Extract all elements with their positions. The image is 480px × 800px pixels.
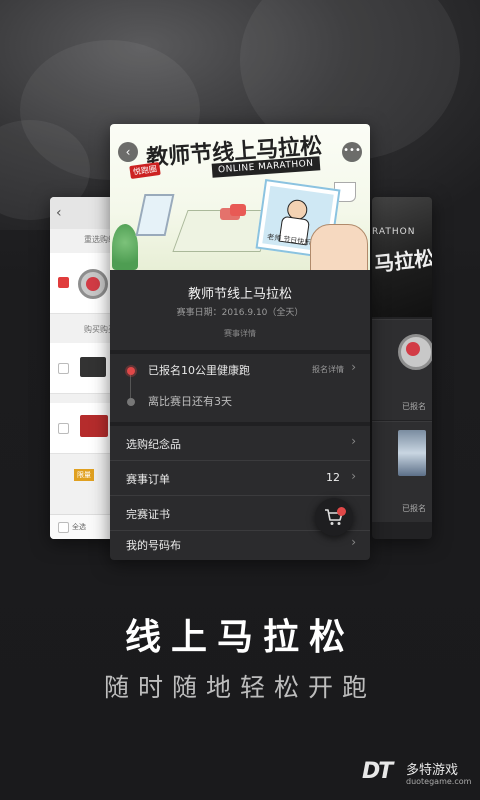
checkbox-checked-icon bbox=[58, 277, 69, 288]
event-info: 教师节线上马拉松 赛事日期：2016.9.10（全天） 赛事详情 bbox=[110, 270, 370, 350]
menu-item-souvenirs[interactable]: 选购纪念品 › bbox=[110, 426, 370, 460]
right-card-art-small-text: RATHON bbox=[372, 227, 416, 237]
status-label: 已报名 bbox=[402, 402, 426, 411]
timeline-connector bbox=[130, 373, 131, 401]
select-all-label: 全选 bbox=[72, 523, 86, 531]
status-label: 已报名 bbox=[402, 504, 426, 513]
back-icon: ‹ bbox=[56, 205, 62, 221]
limited-badge: 限量 bbox=[74, 469, 94, 481]
menu-item-label: 完赛证书 bbox=[126, 508, 170, 521]
event-date: 赛事日期：2016.9.10（全天） bbox=[176, 308, 304, 318]
product-thumbnail bbox=[80, 357, 106, 377]
more-button[interactable]: ••• bbox=[342, 142, 362, 162]
checkbox-icon bbox=[58, 522, 69, 533]
checkbox-icon bbox=[58, 423, 69, 434]
menu-item-label: 选购纪念品 bbox=[126, 438, 181, 451]
back-button[interactable]: ‹ bbox=[118, 142, 138, 162]
menu-item-label: 赛事订单 bbox=[126, 473, 170, 486]
mirror-illustration bbox=[135, 194, 175, 236]
watermark-url: duotegame.com bbox=[406, 777, 472, 786]
medal-ribbon-icon bbox=[398, 430, 426, 476]
event-title: 教师节线上马拉松 bbox=[187, 287, 292, 302]
promo-headline: 线上马拉松 bbox=[124, 617, 355, 658]
watermark-name: 多特游戏 bbox=[406, 763, 459, 778]
event-detail-link[interactable]: 赛事详情 bbox=[110, 328, 370, 339]
promo-subline: 随时随地轻松开跑 bbox=[103, 673, 376, 702]
right-card-medal-section: 已报名 bbox=[372, 421, 432, 522]
right-card-medal-section: 已报名 bbox=[372, 319, 432, 420]
order-count: 12 bbox=[326, 471, 340, 484]
registered-dot-icon bbox=[127, 367, 135, 375]
registration-detail-link[interactable]: 报名详情 bbox=[312, 364, 344, 375]
event-banner: 老师 节日快乐 教师节线上马拉松 ONLINE MARATHON 悦跑圈 ‹ •… bbox=[110, 124, 370, 270]
medal-icon bbox=[78, 269, 108, 299]
hand-illustration bbox=[310, 224, 368, 270]
product-thumbnail bbox=[80, 415, 108, 437]
watermark-mark: DT bbox=[362, 759, 393, 784]
cart-badge bbox=[337, 507, 346, 516]
chevron-right-icon[interactable]: › bbox=[351, 360, 356, 374]
menu-item-orders[interactable]: 赛事订单 12 › bbox=[110, 461, 370, 495]
chevron-right-icon: › bbox=[351, 535, 356, 549]
right-preview-card: RATHON 马拉松 已报名 已报名 bbox=[372, 197, 432, 539]
right-card-art-text: 马拉松 bbox=[373, 245, 432, 277]
countdown-dot-icon bbox=[127, 398, 135, 406]
banner-stamp: 悦跑圈 bbox=[129, 161, 161, 180]
right-card-artwork: RATHON 马拉松 bbox=[372, 197, 432, 317]
chevron-right-icon: › bbox=[351, 434, 356, 448]
registration-status[interactable]: 已报名10公里健康跑 bbox=[148, 362, 250, 378]
cart-button[interactable] bbox=[315, 498, 353, 536]
checkbox-icon bbox=[58, 363, 69, 374]
plant-illustration bbox=[112, 224, 138, 270]
watermelon-illustration bbox=[230, 204, 246, 216]
countdown-text: 离比赛日还有3天 bbox=[148, 395, 232, 408]
section-divider bbox=[110, 350, 370, 354]
chevron-right-icon: › bbox=[351, 469, 356, 483]
medal-icon bbox=[398, 334, 432, 370]
event-card: 老师 节日快乐 教师节线上马拉松 ONLINE MARATHON 悦跑圈 ‹ •… bbox=[110, 124, 370, 560]
menu-item-label: 我的号码布 bbox=[126, 539, 181, 552]
watermark-logo: DT 多特游戏 duotegame.com bbox=[362, 757, 478, 791]
